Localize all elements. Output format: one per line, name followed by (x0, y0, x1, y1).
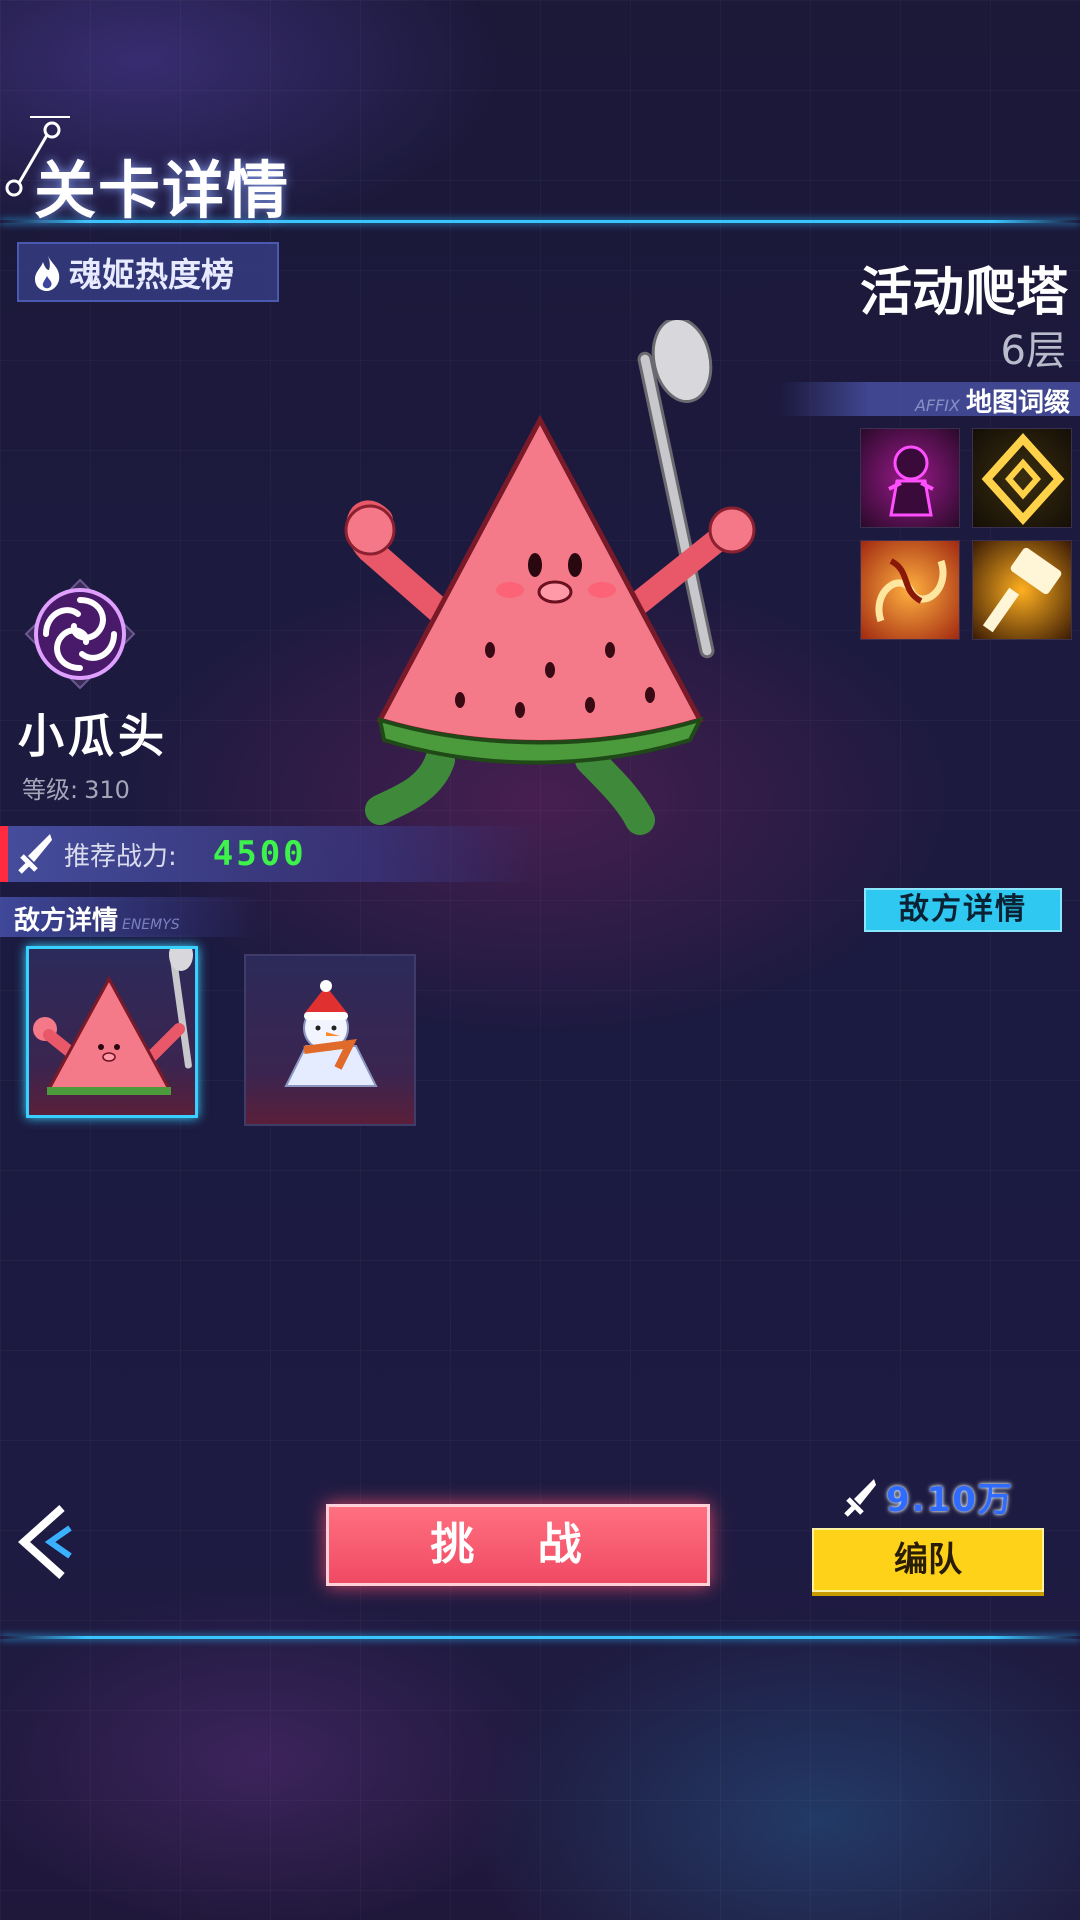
enemy-section-title: 敌方详情 (14, 906, 119, 936)
recommended-power-label: 推荐战力: (64, 841, 177, 872)
affix-tile-4[interactable] (972, 540, 1072, 640)
sword-icon (844, 1478, 876, 1517)
character-name: 小瓜头 (18, 709, 168, 763)
stage-name: 活动爬塔 (859, 263, 1068, 323)
character-level-label: 等级: (22, 776, 79, 804)
watermelon-character-portrait (344, 320, 756, 835)
affix-title-en: AFFIX (914, 396, 960, 415)
hammer-icon (982, 547, 1062, 633)
enemy-card-watermelon[interactable] (26, 946, 198, 1118)
page-title: 关卡详情 (34, 154, 291, 227)
team-formation-button[interactable]: 编队 (812, 1528, 1044, 1592)
recommended-power-bar: 推荐战力: 4500 (0, 826, 540, 882)
challenge-button[interactable]: 挑 战 (326, 1504, 710, 1586)
snowman-enemy-thumbnail (284, 980, 378, 1087)
power-bar-accent (0, 826, 8, 882)
watermelon-enemy-thumbnail (33, 949, 193, 1095)
affix-header: AFFIX 地图词缀 (780, 382, 1080, 418)
enemy-section-title-en: ENEMYS (122, 917, 180, 933)
character-level-value: 310 (84, 776, 130, 804)
hot-rank-button[interactable]: 魂姬热度榜 (17, 242, 279, 302)
character-level: 等级: 310 (22, 770, 130, 805)
hot-rank-label: 魂姬热度榜 (69, 255, 234, 294)
stage-floor: 6层 (1000, 328, 1066, 374)
sword-icon (18, 834, 52, 874)
spiral-emblem-icon (24, 578, 136, 690)
recommended-power-value: 4500 (212, 834, 307, 874)
affix-tile-1[interactable] (860, 428, 960, 528)
fire-swirl-icon (875, 558, 947, 623)
back-arrow-icon[interactable] (10, 1502, 80, 1582)
shadow-figure-icon (888, 445, 934, 517)
enemy-section-header: 敌方详情 ENEMYS (0, 897, 260, 937)
footer-divider (0, 1636, 1080, 1639)
affix-title-cn: 地图词缀 (965, 388, 1070, 418)
affix-tile-2[interactable] (972, 428, 1072, 528)
enemy-card-snowman[interactable] (244, 954, 416, 1126)
golden-diamond-icon (981, 433, 1065, 525)
enemy-detail-button[interactable]: 敌方详情 (864, 888, 1062, 932)
team-power: 9.10万 (842, 1472, 1014, 1521)
affix-tile-3[interactable] (860, 540, 960, 640)
flame-icon (35, 254, 60, 291)
team-power-value: 9.10万 (886, 1480, 1014, 1520)
